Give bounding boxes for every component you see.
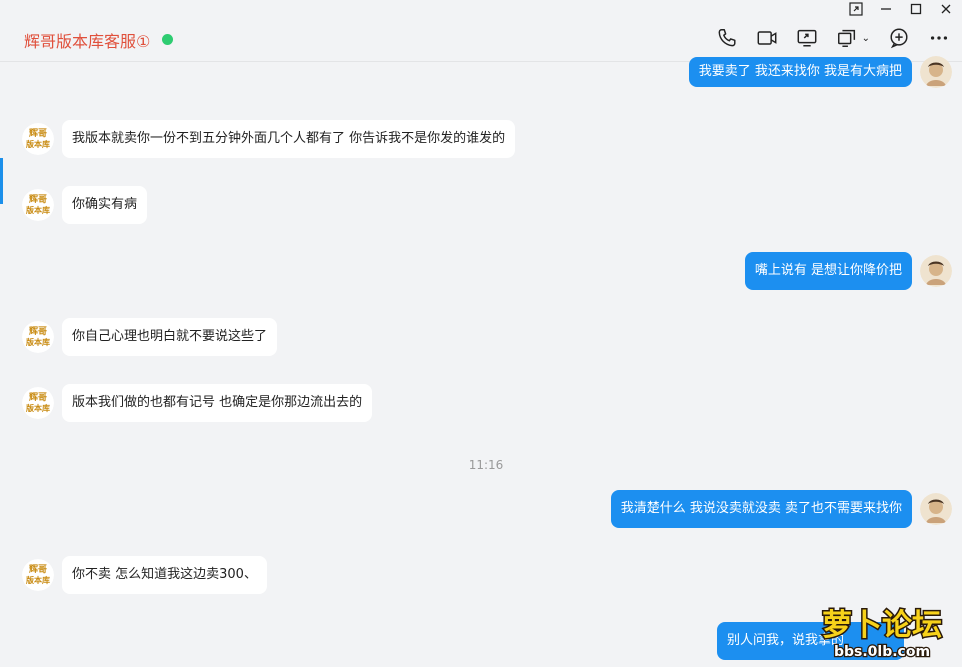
chat-title[interactable]: 辉哥版本库客服① [24, 28, 150, 52]
message-row: 我清楚什么 我说没卖就没卖 卖了也不需要来找你 [610, 490, 952, 528]
contact-avatar[interactable]: 辉哥 版本库 [22, 189, 54, 221]
online-status-dot [162, 34, 173, 45]
remote-assist-icon[interactable] [836, 27, 858, 49]
svg-text:版本库: 版本库 [25, 575, 50, 585]
self-avatar[interactable] [920, 56, 952, 88]
svg-text:版本库: 版本库 [25, 205, 50, 215]
svg-text:辉哥: 辉哥 [29, 325, 47, 337]
self-avatar[interactable] [920, 493, 952, 525]
contact-avatar[interactable]: 辉哥 版本库 [22, 559, 54, 591]
contact-avatar[interactable]: 辉哥 版本库 [22, 387, 54, 419]
watermark-url: bbs.0lb.com [834, 644, 930, 660]
chat-toolbar: ⌄ [716, 27, 950, 49]
svg-text:版本库: 版本库 [25, 337, 50, 347]
contact-avatar[interactable]: 辉哥 版本库 [22, 123, 54, 155]
message-row: 辉哥 版本库 你确实有病 [22, 186, 148, 224]
message-row: 辉哥 版本库 版本我们做的也都有记号 也确定是你那边流出去的 [22, 384, 373, 422]
message-row: 辉哥 版本库 我版本就卖你一份不到五分钟外面几个人都有了 你告诉我不是你发的谁发的 [22, 120, 516, 158]
contact-avatar[interactable]: 辉哥 版本库 [22, 321, 54, 353]
watermark-brand: 萝卜论坛 [822, 608, 942, 643]
forum-watermark: 萝卜论坛 bbs.0lb.com [812, 603, 952, 662]
message-bubble-outgoing[interactable]: 我要卖了 我还来找你 我是有大病把 [688, 57, 912, 87]
message-timestamp: 11:16 [468, 458, 504, 472]
active-indicator [0, 158, 3, 204]
message-bubble-incoming[interactable]: 你确实有病 [62, 186, 148, 224]
message-bubble-incoming[interactable]: 我版本就卖你一份不到五分钟外面几个人都有了 你告诉我不是你发的谁发的 [62, 120, 516, 158]
message-bubble-incoming[interactable]: 你自己心理也明白就不要说这些了 [62, 318, 278, 356]
minimize-icon[interactable] [878, 2, 894, 20]
phone-icon[interactable] [716, 27, 738, 49]
video-icon[interactable] [756, 27, 778, 49]
add-member-icon[interactable] [888, 27, 910, 49]
close-icon[interactable] [938, 2, 954, 20]
self-avatar[interactable] [920, 255, 952, 287]
svg-text:版本库: 版本库 [25, 403, 50, 413]
message-row: 我要卖了 我还来找你 我是有大病把 [688, 56, 952, 88]
message-row: 辉哥 版本库 你自己心理也明白就不要说这些了 [22, 318, 278, 356]
message-row: 嘴上说有 是想让你降价把 [744, 252, 952, 290]
svg-text:版本库: 版本库 [25, 139, 50, 149]
svg-text:辉哥: 辉哥 [29, 391, 47, 403]
title-bar: 辉哥版本库客服① ⌄ [0, 0, 962, 62]
more-icon[interactable] [928, 27, 950, 49]
message-bubble-incoming[interactable]: 版本我们做的也都有记号 也确定是你那边流出去的 [62, 384, 373, 422]
message-row: 辉哥 版本库 你不卖 怎么知道我这边卖300、 [22, 556, 267, 594]
window-controls [848, 2, 954, 20]
chevron-down-icon[interactable]: ⌄ [862, 33, 870, 44]
svg-text:辉哥: 辉哥 [29, 563, 47, 575]
message-bubble-outgoing[interactable]: 嘴上说有 是想让你降价把 [744, 252, 912, 290]
screen-share-icon[interactable] [796, 27, 818, 49]
message-bubble-outgoing[interactable]: 我清楚什么 我说没卖就没卖 卖了也不需要来找你 [610, 490, 912, 528]
message-bubble-incoming[interactable]: 你不卖 怎么知道我这边卖300、 [62, 556, 267, 594]
pin-icon[interactable] [848, 2, 864, 20]
maximize-icon[interactable] [908, 2, 924, 20]
svg-text:辉哥: 辉哥 [29, 193, 47, 205]
svg-text:辉哥: 辉哥 [29, 127, 47, 139]
